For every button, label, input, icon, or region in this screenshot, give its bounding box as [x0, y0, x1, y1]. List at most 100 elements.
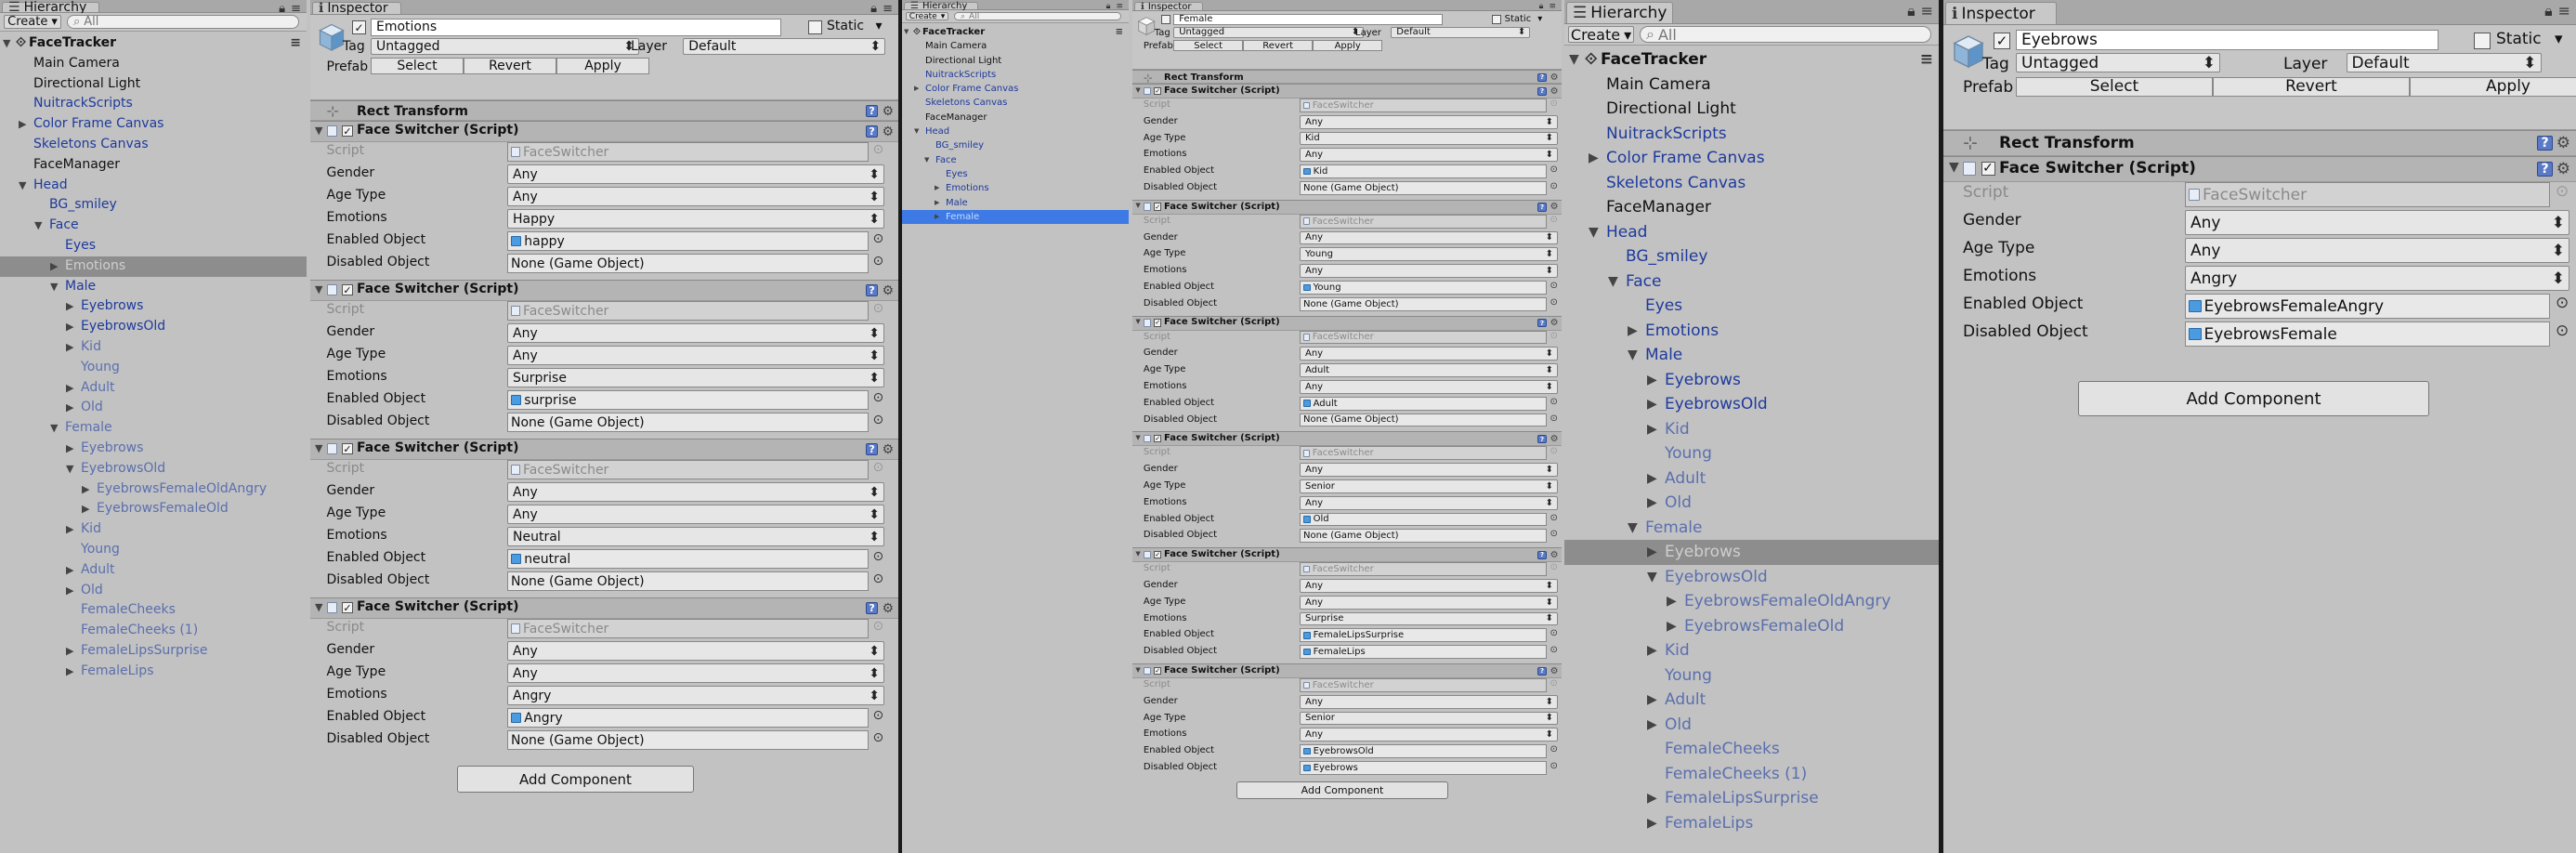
- hierarchy-row[interactable]: NuitrackScripts: [902, 68, 1129, 82]
- panel-menu-icon[interactable]: ≡: [1549, 2, 1556, 11]
- object-picker-icon[interactable]: ⊙: [1550, 761, 1558, 771]
- expanded-arrow-icon[interactable]: ▼: [50, 418, 58, 439]
- object-picker-icon[interactable]: ⊙: [1550, 181, 1558, 191]
- emotions-dropdown[interactable]: Angry ⬍: [507, 686, 884, 705]
- collapsed-arrow-icon[interactable]: ▶: [1647, 786, 1657, 811]
- expanded-arrow-icon[interactable]: ▼: [1135, 550, 1140, 558]
- enabled-object-field[interactable]: Young: [1300, 281, 1548, 295]
- age-type-dropdown[interactable]: Any ⬍: [507, 663, 884, 683]
- collapsed-arrow-icon[interactable]: ▶: [1647, 688, 1657, 713]
- gear-icon[interactable]: ⚙: [2556, 160, 2570, 178]
- hierarchy-row[interactable]: ▶ FemaleLipsSurprise: [1564, 786, 1939, 811]
- hierarchy-row[interactable]: Directional Light: [0, 74, 307, 95]
- gender-dropdown[interactable]: Any ⬍: [507, 323, 884, 343]
- hierarchy-row[interactable]: ▶ Adult: [1564, 688, 1939, 713]
- hierarchy-row[interactable]: ▶ Emotions: [1564, 319, 1939, 344]
- enabled-object-field[interactable]: FemaleLipsSurprise: [1300, 628, 1548, 643]
- face-switcher-header[interactable]: ▼ ✓ Face Switcher (Script)? ⚙: [310, 597, 898, 619]
- static-dropdown-icon[interactable]: ▾: [2555, 30, 2563, 48]
- hierarchy-row[interactable]: ▶ Male: [902, 196, 1129, 210]
- gender-dropdown[interactable]: Any ⬍: [1300, 347, 1558, 361]
- gear-icon[interactable]: ⚙: [1550, 318, 1559, 328]
- age-type-dropdown[interactable]: Any ⬍: [507, 505, 884, 524]
- active-checkbox[interactable]: ✓: [1994, 32, 2010, 49]
- enabled-object-field[interactable]: neutral: [507, 549, 869, 569]
- help-icon[interactable]: ?: [1537, 203, 1547, 212]
- object-picker-icon[interactable]: ⊙: [1550, 413, 1558, 424]
- collapsed-arrow-icon[interactable]: ▶: [1667, 614, 1677, 639]
- collapsed-arrow-icon[interactable]: ▶: [935, 181, 939, 195]
- component-enabled-checkbox[interactable]: ✓: [1153, 666, 1162, 676]
- enabled-object-field[interactable]: Kid: [1300, 164, 1548, 178]
- collapsed-arrow-icon[interactable]: ▶: [1647, 417, 1657, 442]
- hierarchy-row[interactable]: ▶ EyebrowsFemaleOld: [1564, 614, 1939, 639]
- collapsed-arrow-icon[interactable]: ▶: [19, 114, 26, 135]
- active-checkbox[interactable]: [1160, 15, 1170, 25]
- expanded-arrow-icon[interactable]: ▼: [1628, 516, 1638, 541]
- object-picker-icon[interactable]: ⊙: [1550, 297, 1558, 308]
- hierarchy-row[interactable]: ▼ Face: [0, 216, 307, 236]
- static-checkbox[interactable]: [808, 20, 822, 35]
- add-component-button[interactable]: Add Component: [457, 766, 694, 793]
- object-picker-icon[interactable]: ⊙: [1550, 513, 1558, 523]
- hierarchy-row[interactable]: FaceManager: [0, 155, 307, 176]
- hierarchy-row[interactable]: FemaleCheeks: [1564, 737, 1939, 762]
- emotions-dropdown[interactable]: Any ⬍: [1300, 380, 1558, 394]
- hierarchy-row[interactable]: FaceManager: [902, 111, 1129, 125]
- gear-icon[interactable]: ⚙: [882, 442, 894, 457]
- hierarchy-row[interactable]: BG_smiley: [0, 195, 307, 216]
- help-icon[interactable]: ?: [2537, 161, 2553, 177]
- hierarchy-row[interactable]: Skeletons Canvas: [0, 135, 307, 155]
- static-dropdown-icon[interactable]: ▾: [876, 19, 883, 33]
- help-icon[interactable]: ?: [865, 442, 879, 456]
- static-dropdown-icon[interactable]: ▾: [1537, 14, 1542, 24]
- layer-dropdown[interactable]: Default ⬍: [683, 38, 886, 55]
- create-button[interactable]: Create ▾: [4, 15, 61, 29]
- hierarchy-row[interactable]: ▶ Kid: [1564, 417, 1939, 442]
- collapsed-arrow-icon[interactable]: ▶: [935, 210, 939, 224]
- hierarchy-row[interactable]: ▶ FemaleLipsSurprise: [0, 641, 307, 662]
- hierarchy-row[interactable]: ▶ Emotions: [902, 181, 1129, 195]
- enabled-object-field[interactable]: surprise: [507, 390, 869, 410]
- help-icon[interactable]: ?: [865, 601, 879, 615]
- lock-icon[interactable]: 🔒︎: [870, 2, 877, 16]
- expanded-arrow-icon[interactable]: ▼: [924, 153, 929, 167]
- component-enabled-checkbox[interactable]: ✓: [341, 602, 354, 614]
- object-picker-icon[interactable]: ⊙: [873, 708, 884, 723]
- disabled-object-field[interactable]: None (Game Object): [507, 730, 869, 750]
- collapsed-arrow-icon[interactable]: ▶: [50, 256, 58, 277]
- collapsed-arrow-icon[interactable]: ▶: [935, 196, 939, 210]
- component-enabled-checkbox[interactable]: ✓: [1153, 550, 1162, 559]
- hierarchy-row[interactable]: NuitrackScripts: [1564, 122, 1939, 147]
- hierarchy-row[interactable]: Directional Light: [1564, 97, 1939, 122]
- disabled-object-field[interactable]: FemaleLips: [1300, 645, 1548, 659]
- hierarchy-row[interactable]: ▼ Face: [1564, 269, 1939, 295]
- face-switcher-header[interactable]: ▼ ✓ Face Switcher (Script)? ⚙: [310, 280, 898, 301]
- object-name-field[interactable]: Emotions: [371, 18, 781, 36]
- scene-menu-icon[interactable]: ≡: [290, 33, 301, 54]
- tag-dropdown[interactable]: Untagged ⬍: [2016, 53, 2220, 72]
- hierarchy-row[interactable]: ▶ Female: [902, 209, 1129, 225]
- inspector-tab[interactable]: ℹ Inspector: [1134, 2, 1203, 12]
- lock-icon[interactable]: 🔒︎: [2544, 2, 2553, 20]
- prefab-revert-button[interactable]: Revert: [2213, 76, 2410, 97]
- emotions-dropdown[interactable]: Surprise ⬍: [507, 368, 884, 387]
- active-checkbox[interactable]: ✓: [352, 20, 366, 35]
- hierarchy-row[interactable]: ▼ Female: [0, 418, 307, 439]
- help-icon[interactable]: ?: [1537, 319, 1547, 328]
- object-picker-icon[interactable]: ⊙: [873, 549, 884, 564]
- hierarchy-row[interactable]: ▶ FemaleLips: [0, 662, 307, 682]
- emotions-dropdown[interactable]: Any ⬍: [1300, 495, 1558, 510]
- gender-dropdown[interactable]: Any ⬍: [1300, 463, 1558, 477]
- gender-dropdown[interactable]: Any ⬍: [507, 164, 884, 184]
- object-picker-icon[interactable]: ⊙: [2556, 322, 2569, 340]
- component-enabled-checkbox[interactable]: ✓: [1153, 86, 1162, 96]
- add-component-button[interactable]: Add Component: [2078, 381, 2429, 416]
- collapsed-arrow-icon[interactable]: ▶: [66, 560, 73, 581]
- add-component-button[interactable]: Add Component: [1236, 781, 1448, 799]
- hierarchy-row[interactable]: ▶ Adult: [0, 560, 307, 581]
- emotions-dropdown[interactable]: Any ⬍: [1300, 264, 1558, 278]
- lock-icon[interactable]: 🔒︎: [1539, 2, 1544, 11]
- object-picker-icon[interactable]: ⊙: [1550, 164, 1558, 175]
- hierarchy-row[interactable]: ▶ Eyebrows: [1564, 368, 1939, 393]
